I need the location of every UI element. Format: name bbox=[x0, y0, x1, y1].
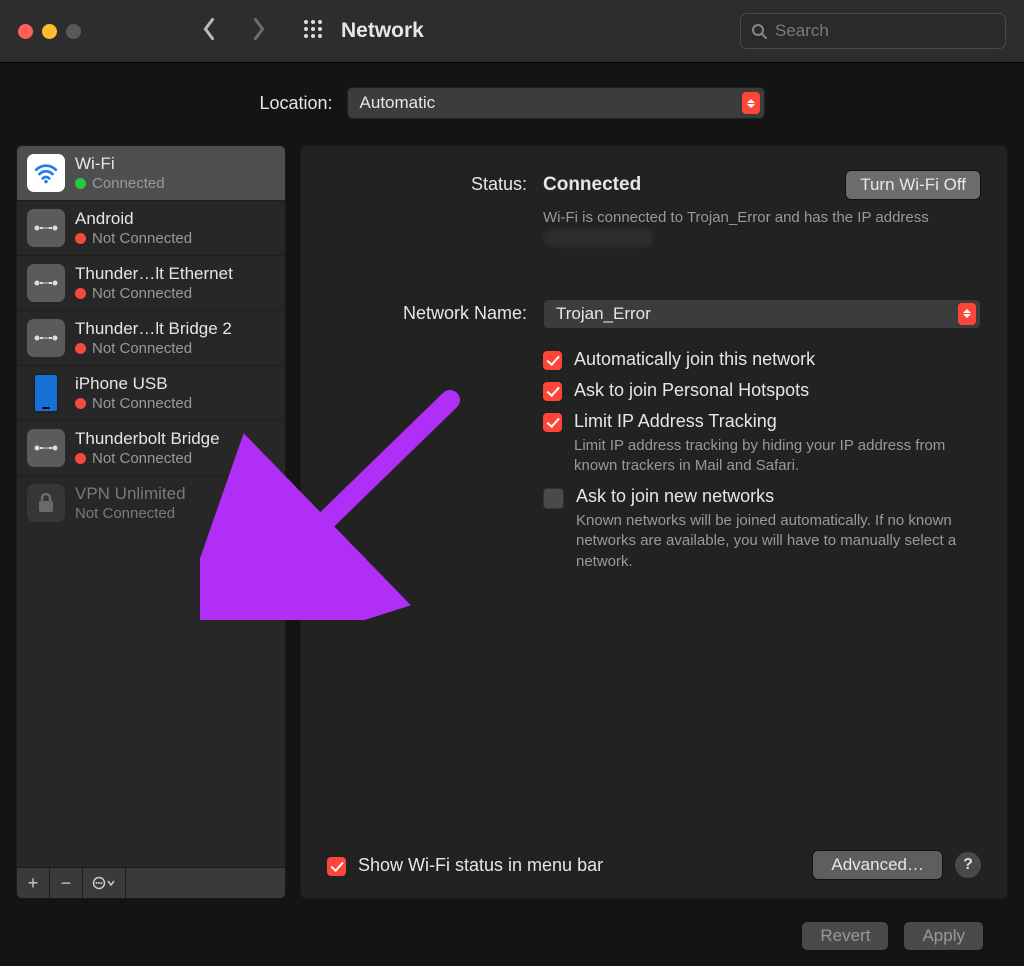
advanced-button[interactable]: Advanced… bbox=[812, 850, 943, 880]
help-button[interactable]: ? bbox=[955, 852, 981, 878]
status-row: Status: Connected Turn Wi-Fi Off Wi-Fi i… bbox=[327, 170, 981, 249]
search-placeholder: Search bbox=[775, 21, 829, 41]
show-menu-label: Show Wi-Fi status in menu bar bbox=[358, 855, 603, 876]
columns: Wi-FiConnectedAndroidNot ConnectedThunde… bbox=[16, 145, 1008, 899]
more-actions-icon bbox=[92, 876, 116, 890]
location-row: Location: Automatic bbox=[16, 87, 1008, 119]
option-checkbox-1[interactable]: Ask to join Personal Hotspots bbox=[543, 380, 981, 401]
service-lan-2[interactable]: Thunder…lt EthernetNot Connected bbox=[17, 255, 285, 310]
checkbox-icon bbox=[543, 382, 562, 401]
service-name: Thunderbolt Bridge bbox=[75, 429, 220, 449]
services-list: Wi-FiConnectedAndroidNot ConnectedThunde… bbox=[17, 146, 285, 867]
titlebar: Network Search bbox=[0, 0, 1024, 63]
option-checkbox-0[interactable]: Automatically join this network bbox=[543, 349, 981, 370]
service-status: Not Connected bbox=[75, 450, 220, 467]
services-sidebar: Wi-FiConnectedAndroidNot ConnectedThunde… bbox=[16, 145, 286, 899]
nav-buttons bbox=[201, 17, 267, 46]
status-dot-icon bbox=[75, 233, 86, 244]
service-name: Thunder…lt Bridge 2 bbox=[75, 319, 232, 339]
redacted-ip bbox=[543, 229, 653, 247]
checkbox-icon bbox=[327, 857, 346, 876]
service-status: Connected bbox=[75, 175, 165, 192]
updown-stepper-icon bbox=[958, 303, 976, 325]
sidebar-toolbar: + − bbox=[17, 867, 285, 898]
remove-service-button[interactable]: − bbox=[50, 868, 83, 898]
service-status: Not Connected bbox=[75, 395, 192, 412]
option-checkbox-3[interactable]: Ask to join new networks Known networks w… bbox=[543, 486, 981, 572]
service-lan-5[interactable]: Thunderbolt BridgeNot Connected bbox=[17, 420, 285, 475]
checkbox-icon bbox=[543, 413, 562, 432]
service-status: Not Connected bbox=[75, 505, 186, 522]
revert-button[interactable]: Revert bbox=[801, 921, 889, 951]
service-status: Not Connected bbox=[75, 340, 232, 357]
status-value: Connected bbox=[543, 174, 641, 196]
option-checkbox-2[interactable]: Limit IP Address Tracking Limit IP addres… bbox=[543, 411, 981, 477]
panel-footer: Show Wi-Fi status in menu bar Advanced… … bbox=[327, 850, 981, 880]
network-name-row: Network Name: Trojan_Error bbox=[327, 299, 981, 329]
nav-back-button[interactable] bbox=[201, 17, 217, 46]
checkbox-icon bbox=[543, 351, 562, 370]
location-value: Automatic bbox=[360, 93, 436, 113]
service-lan-3[interactable]: Thunder…lt Bridge 2Not Connected bbox=[17, 310, 285, 365]
network-name-popup[interactable]: Trojan_Error bbox=[543, 299, 981, 329]
zoom-window-button[interactable] bbox=[66, 24, 81, 39]
show-all-prefpanes-button[interactable] bbox=[303, 19, 323, 44]
service-name: Thunder…lt Ethernet bbox=[75, 264, 233, 284]
service-status: Not Connected bbox=[75, 285, 233, 302]
apply-button[interactable]: Apply bbox=[903, 921, 984, 951]
search-field[interactable]: Search bbox=[740, 13, 1006, 49]
service-detail-panel: Status: Connected Turn Wi-Fi Off Wi-Fi i… bbox=[300, 145, 1008, 899]
window-footer: Revert Apply bbox=[16, 899, 1008, 951]
toggle-wifi-button[interactable]: Turn Wi-Fi Off bbox=[845, 170, 981, 200]
app-grid-icon bbox=[303, 19, 323, 39]
status-description: Wi-Fi is connected to Trojan_Error and h… bbox=[543, 208, 981, 249]
service-status: Not Connected bbox=[75, 230, 192, 247]
option-label: Automatically join this network bbox=[574, 349, 815, 370]
options-checklist: Automatically join this network Ask to jo… bbox=[543, 349, 981, 572]
service-name: Android bbox=[75, 209, 192, 229]
pane-body: Location: Automatic Wi-FiConnectedAndroi… bbox=[0, 63, 1024, 966]
service-name: iPhone USB bbox=[75, 374, 192, 394]
minimize-window-button[interactable] bbox=[42, 24, 57, 39]
checkbox-icon bbox=[543, 488, 564, 509]
more-actions-button[interactable] bbox=[83, 868, 126, 898]
chevron-right-icon bbox=[251, 17, 267, 41]
network-name-label: Network Name: bbox=[327, 299, 527, 324]
service-phone-4[interactable]: iPhone USBNot Connected bbox=[17, 365, 285, 420]
option-description: Known networks will be joined automatica… bbox=[576, 511, 981, 572]
updown-stepper-icon bbox=[742, 92, 760, 114]
window-traffic-lights bbox=[18, 24, 81, 39]
pane-title: Network bbox=[341, 19, 424, 43]
chevron-left-icon bbox=[201, 17, 217, 41]
search-icon bbox=[751, 23, 767, 39]
status-label: Status: bbox=[327, 170, 527, 195]
option-description: Limit IP address tracking by hiding your… bbox=[574, 436, 981, 477]
status-dot-icon bbox=[75, 288, 86, 299]
service-name: VPN Unlimited bbox=[75, 484, 186, 504]
status-dot-icon bbox=[75, 343, 86, 354]
status-dot-icon bbox=[75, 178, 86, 189]
network-name-value: Trojan_Error bbox=[556, 304, 651, 324]
service-name: Wi-Fi bbox=[75, 154, 165, 174]
location-label: Location: bbox=[259, 93, 332, 114]
close-window-button[interactable] bbox=[18, 24, 33, 39]
service-lock-6[interactable]: VPN UnlimitedNot Connected bbox=[17, 475, 285, 530]
option-label: Limit IP Address Tracking bbox=[574, 411, 981, 432]
add-service-button[interactable]: + bbox=[17, 868, 50, 898]
location-popup[interactable]: Automatic bbox=[347, 87, 765, 119]
service-lan-1[interactable]: AndroidNot Connected bbox=[17, 200, 285, 255]
nav-forward-button[interactable] bbox=[251, 17, 267, 46]
option-label: Ask to join Personal Hotspots bbox=[574, 380, 809, 401]
status-dot-icon bbox=[75, 453, 86, 464]
service-wifi-0[interactable]: Wi-FiConnected bbox=[17, 146, 285, 200]
status-dot-icon bbox=[75, 398, 86, 409]
option-label: Ask to join new networks bbox=[576, 486, 981, 507]
show-menu-checkbox[interactable]: Show Wi-Fi status in menu bar bbox=[327, 855, 603, 876]
